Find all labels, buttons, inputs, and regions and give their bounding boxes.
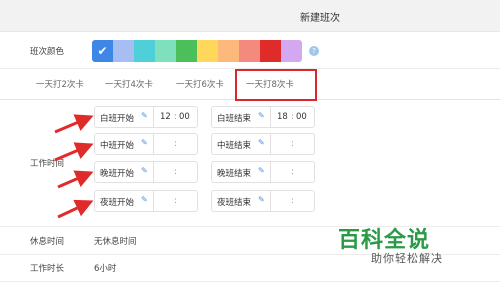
time-colon: : — [174, 196, 177, 206]
night-shift-start-field[interactable]: 夜班开始 ✎ : — [94, 190, 198, 212]
day-shift-start-minute[interactable]: 00 — [179, 112, 190, 122]
highlight-box — [235, 69, 317, 101]
divider — [0, 281, 500, 282]
day-shift-end-field[interactable]: 白班结束 ✎ 18 : 00 — [211, 106, 315, 128]
tab-4-punches[interactable]: 一天打4次卡 — [105, 78, 153, 90]
arrow-4 — [57, 199, 94, 219]
evening-shift-start-field[interactable]: 晚班开始 ✎ : — [94, 161, 198, 183]
color-swatch[interactable] — [176, 40, 197, 62]
time-colon: : — [174, 167, 177, 177]
color-swatch[interactable] — [239, 40, 260, 62]
pencil-icon[interactable]: ✎ — [258, 195, 265, 204]
window-title: 新建班次 — [300, 13, 340, 24]
separator — [270, 191, 271, 211]
rest-time-value: 无休息时间 — [94, 237, 137, 247]
color-swatch[interactable] — [281, 40, 302, 62]
day-shift-end-label: 白班结束 — [217, 114, 252, 124]
evening-shift-end-label: 晚班结束 — [217, 169, 252, 179]
work-duration-label: 工作时长 — [30, 264, 65, 274]
pencil-icon[interactable]: ✎ — [258, 166, 265, 175]
day-shift-start-label: 白班开始 — [100, 114, 135, 124]
mid-shift-start-label: 中班开始 — [100, 141, 135, 151]
title-bar: 新建班次 — [0, 0, 500, 32]
day-shift-end-hour[interactable]: 18 — [277, 112, 288, 122]
pencil-icon[interactable]: ✎ — [141, 166, 148, 175]
color-swatch[interactable]: ✔ — [92, 40, 113, 62]
pencil-icon[interactable]: ✎ — [258, 138, 265, 147]
help-icon[interactable]: ? — [309, 46, 319, 56]
separator — [270, 162, 271, 182]
pencil-icon[interactable]: ✎ — [258, 111, 265, 120]
separator — [153, 162, 154, 182]
pencil-icon[interactable]: ✎ — [141, 111, 148, 120]
time-colon: : — [291, 196, 294, 206]
time-colon: : — [291, 139, 294, 149]
separator — [270, 107, 271, 127]
night-shift-end-label: 夜班结束 — [217, 198, 252, 208]
mid-shift-end-field[interactable]: 中班结束 ✎ : — [211, 133, 315, 155]
separator — [153, 107, 154, 127]
arrow-3 — [57, 170, 94, 189]
shift-color-label: 班次颜色 — [30, 47, 65, 57]
night-shift-start-label: 夜班开始 — [100, 198, 135, 208]
rest-time-label: 休息时间 — [30, 237, 65, 247]
color-swatch[interactable] — [134, 40, 155, 62]
pencil-icon[interactable]: ✎ — [141, 195, 148, 204]
pencil-icon[interactable]: ✎ — [141, 138, 148, 147]
mid-shift-end-label: 中班结束 — [217, 141, 252, 151]
evening-shift-start-label: 晚班开始 — [100, 169, 135, 179]
color-swatch[interactable] — [155, 40, 176, 62]
watermark-subtitle: 助你轻松解决 — [371, 252, 443, 265]
night-shift-end-field[interactable]: 夜班结束 ✎ : — [211, 190, 315, 212]
work-time-label: 工作时间 — [30, 159, 65, 169]
day-shift-end-minute[interactable]: 00 — [296, 112, 307, 122]
separator — [270, 134, 271, 154]
time-colon: : — [174, 139, 177, 149]
tab-2-punches[interactable]: 一天打2次卡 — [36, 78, 84, 90]
color-swatch[interactable] — [218, 40, 239, 62]
tab-6-punches[interactable]: 一天打6次卡 — [176, 78, 224, 90]
color-swatch[interactable] — [113, 40, 134, 62]
time-colon: : — [291, 112, 294, 122]
day-shift-start-hour[interactable]: 12 — [160, 112, 171, 122]
work-duration-value: 6小时 — [94, 264, 117, 274]
time-colon: : — [291, 167, 294, 177]
separator — [153, 134, 154, 154]
color-swatch[interactable] — [260, 40, 281, 62]
mid-shift-start-field[interactable]: 中班开始 ✎ : — [94, 133, 198, 155]
separator — [153, 191, 154, 211]
day-shift-start-field[interactable]: 白班开始 ✎ 12 : 00 — [94, 106, 198, 128]
color-swatch[interactable] — [197, 40, 218, 62]
time-colon: : — [174, 112, 177, 122]
checkmark-icon: ✔ — [97, 44, 108, 58]
arrow-1 — [54, 114, 94, 134]
evening-shift-end-field[interactable]: 晚班结束 ✎ : — [211, 161, 315, 183]
color-swatches: ✔ — [92, 40, 302, 62]
